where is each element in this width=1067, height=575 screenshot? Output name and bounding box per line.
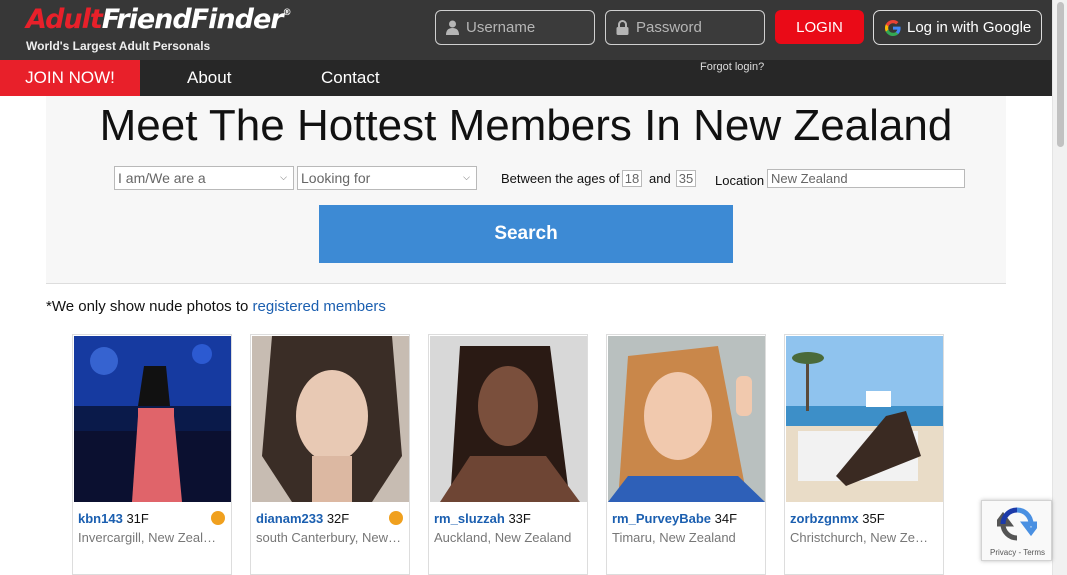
nude-photo-notice: *We only show nude photos to registered … bbox=[46, 298, 386, 315]
looking-for-select-value: Looking for bbox=[301, 170, 371, 186]
iam-select[interactable]: I am/We are a ⌵ bbox=[114, 166, 294, 190]
nav-about-link[interactable]: About bbox=[187, 60, 231, 96]
member-username[interactable]: kbn143 bbox=[78, 511, 123, 526]
member-age-gender: 31F bbox=[126, 511, 149, 526]
password-input[interactable]: Password bbox=[605, 10, 765, 45]
page-scrollbar[interactable] bbox=[1052, 0, 1067, 575]
age-and-label: and bbox=[649, 171, 671, 186]
member-name-row: dianam233 32F bbox=[256, 511, 349, 526]
username-input[interactable]: Username bbox=[435, 10, 595, 45]
member-username[interactable]: rm_sluzzah bbox=[434, 511, 505, 526]
member-location: south Canterbury, New ... bbox=[256, 530, 401, 545]
member-location: Christchurch, New Zeala... bbox=[790, 530, 935, 545]
google-login-label: Log in with Google bbox=[907, 19, 1032, 36]
member-photo[interactable] bbox=[252, 336, 409, 502]
password-placeholder: Password bbox=[636, 19, 702, 36]
notice-text: *We only show nude photos to bbox=[46, 298, 249, 315]
member-card[interactable]: rm_sluzzah 33F Auckland, New Zealand bbox=[428, 334, 588, 575]
lock-icon bbox=[616, 20, 629, 35]
scrollbar-thumb[interactable] bbox=[1057, 2, 1064, 147]
age-max-input[interactable]: 35 bbox=[676, 170, 696, 187]
member-location: Invercargill, New Zealand bbox=[78, 530, 223, 545]
member-photo[interactable] bbox=[74, 336, 231, 502]
member-card[interactable]: dianam233 32F south Canterbury, New ... bbox=[250, 334, 410, 575]
age-min-input[interactable]: 18 bbox=[622, 170, 642, 187]
crown-icon bbox=[211, 511, 225, 525]
member-name-row: kbn143 31F bbox=[78, 511, 149, 526]
page-headline: Meet The Hottest Members In New Zealand bbox=[99, 101, 953, 150]
join-now-button[interactable]: JOIN NOW! bbox=[0, 60, 140, 96]
member-photo[interactable] bbox=[608, 336, 765, 502]
member-photo[interactable] bbox=[786, 336, 943, 502]
crown-icon bbox=[389, 511, 403, 525]
login-button[interactable]: LOGIN bbox=[775, 10, 864, 44]
chevron-down-icon: ⌵ bbox=[463, 172, 470, 182]
member-photo[interactable] bbox=[430, 336, 587, 502]
member-location: Timaru, New Zealand bbox=[612, 530, 736, 545]
main-nav: JOIN NOW! About Contact bbox=[0, 60, 1052, 96]
registered-members-link[interactable]: registered members bbox=[253, 298, 386, 315]
search-panel: Meet The Hottest Members In New Zealand … bbox=[46, 96, 1006, 284]
forgot-login-link[interactable]: Forgot login? bbox=[700, 61, 764, 73]
recaptcha-icon bbox=[997, 507, 1037, 541]
chevron-down-icon: ⌵ bbox=[280, 172, 287, 182]
member-age-gender: 32F bbox=[326, 511, 350, 526]
site-logo[interactable]: AdultFriendFinder® bbox=[26, 4, 292, 35]
location-label: Location bbox=[715, 173, 765, 188]
user-icon bbox=[446, 20, 459, 35]
nav-contact-link[interactable]: Contact bbox=[321, 60, 380, 96]
username-placeholder: Username bbox=[466, 19, 536, 36]
google-icon bbox=[885, 19, 901, 36]
site-tagline: World's Largest Adult Personals bbox=[26, 39, 211, 53]
member-card[interactable]: kbn143 31F Invercargill, New Zealand bbox=[72, 334, 232, 575]
member-card[interactable]: rm_PurveyBabe 34F Timaru, New Zealand bbox=[606, 334, 766, 575]
member-name-row: rm_sluzzah 33F bbox=[434, 511, 531, 526]
member-card[interactable]: zorbzgnmx 35F Christchurch, New Zeala... bbox=[784, 334, 944, 575]
search-button[interactable]: Search bbox=[319, 205, 733, 263]
member-username[interactable]: dianam233 bbox=[256, 511, 323, 526]
top-bar: AdultFriendFinder® World's Largest Adult… bbox=[0, 0, 1052, 60]
member-name-row: zorbzgnmx 35F bbox=[790, 511, 885, 526]
recaptcha-badge[interactable]: Privacy - Terms bbox=[981, 500, 1052, 561]
looking-for-select[interactable]: Looking for ⌵ bbox=[297, 166, 477, 190]
member-age-gender: 35F bbox=[862, 511, 885, 526]
age-range-label: Between the ages of bbox=[501, 171, 620, 186]
recaptcha-terms[interactable]: Privacy - Terms bbox=[982, 548, 1053, 557]
location-input[interactable]: New Zealand bbox=[767, 169, 965, 188]
member-username[interactable]: zorbzgnmx bbox=[790, 511, 859, 526]
member-location: Auckland, New Zealand bbox=[434, 530, 572, 545]
member-username[interactable]: rm_PurveyBabe bbox=[612, 511, 711, 526]
member-age-gender: 33F bbox=[508, 511, 531, 526]
iam-select-value: I am/We are a bbox=[118, 170, 206, 186]
member-age-gender: 34F bbox=[714, 511, 738, 526]
google-login-button[interactable]: Log in with Google bbox=[873, 10, 1042, 45]
member-name-row: rm_PurveyBabe 34F bbox=[612, 511, 737, 526]
